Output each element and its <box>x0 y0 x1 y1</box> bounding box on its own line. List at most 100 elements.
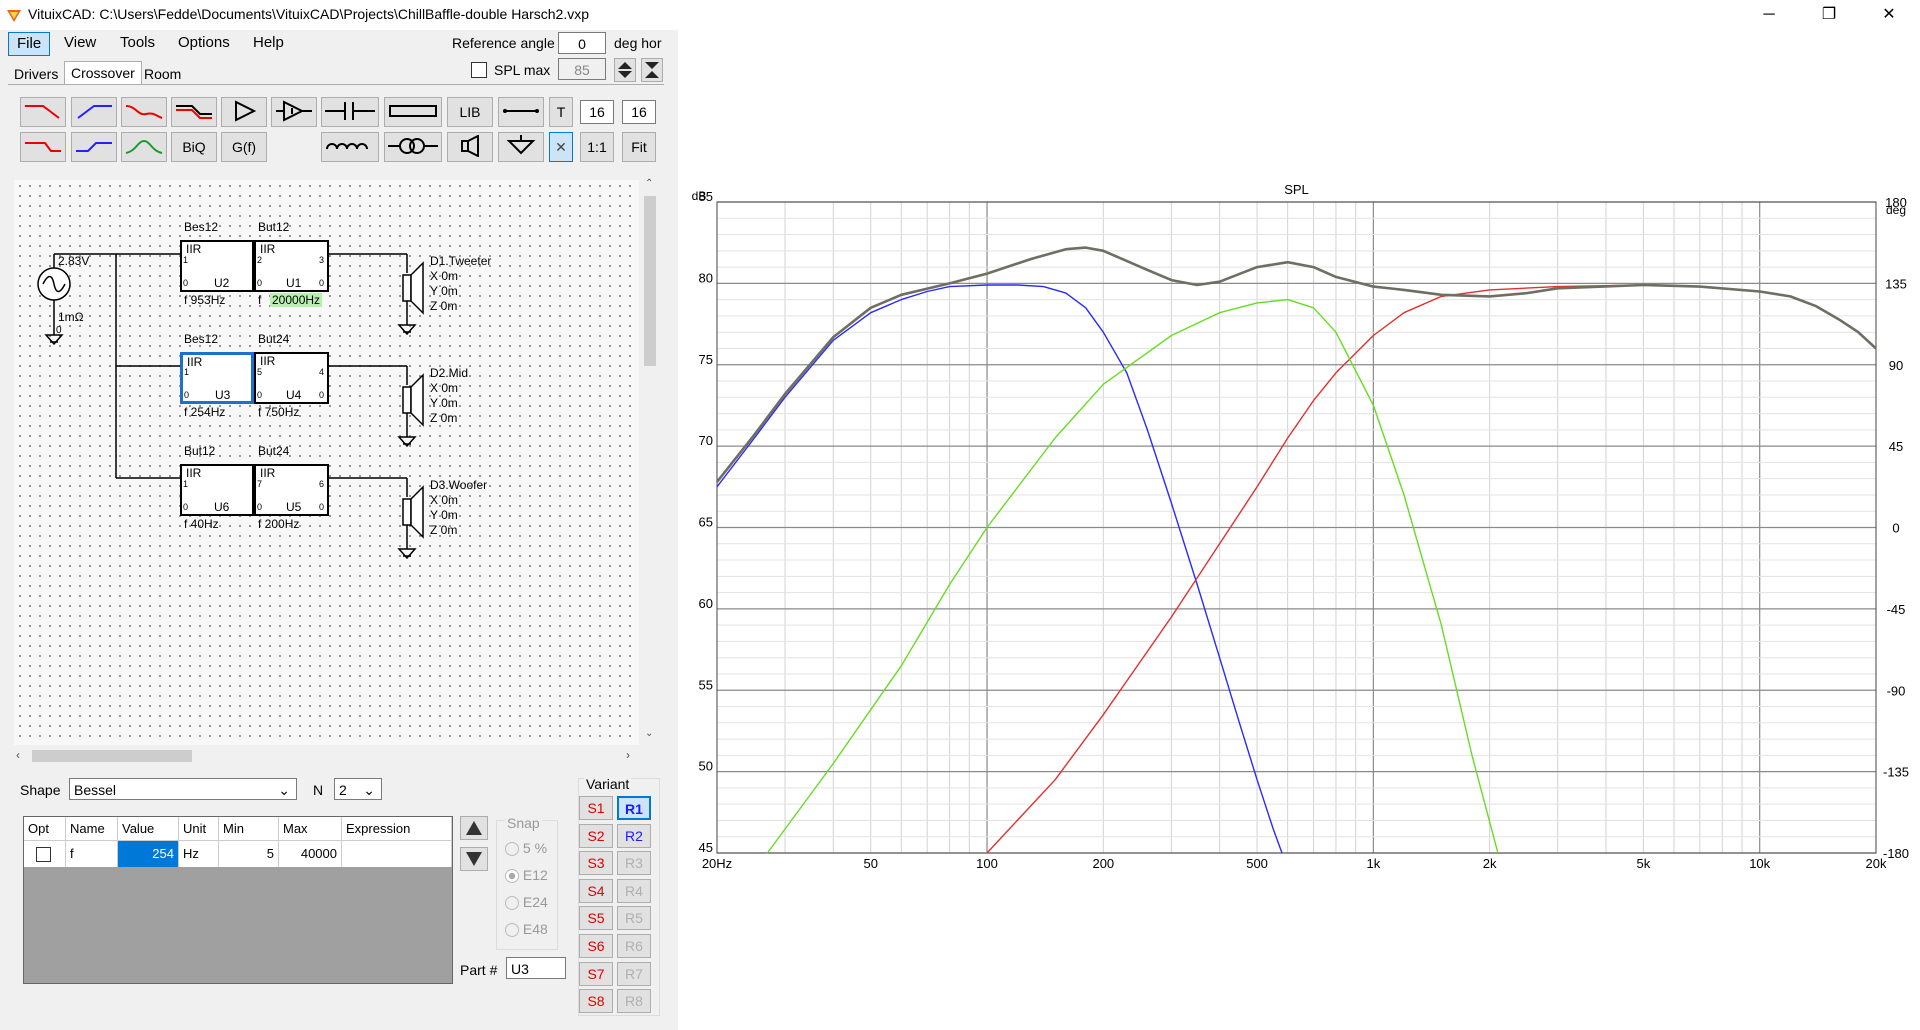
shelf-icon <box>176 105 212 119</box>
opt-checkbox[interactable] <box>36 847 51 862</box>
driver-tweeter-label[interactable]: D1.Tweeter X 0m Y 0m Z 0m <box>430 254 491 314</box>
schematic-canvas[interactable]: 2.83V 1mΩ 0 Bes12 IIR U2 1 0 f 953Hz But… <box>14 180 639 745</box>
snap-option-e24[interactable]: E24 <box>505 894 548 911</box>
variant-r1-button[interactable]: R1 <box>617 796 651 820</box>
menu-view[interactable]: View <box>56 32 104 54</box>
spl-chart-panel[interactable]: SPL dB deg 85 80 75 70 65 60 55 50 45 180 135 90 45 0 -45… <box>678 30 1920 1030</box>
snap-option-e12[interactable]: E12 <box>505 867 548 884</box>
row-expression-cell[interactable] <box>342 841 452 867</box>
move-down-button[interactable] <box>460 847 488 871</box>
spl-chart[interactable]: SPLdBdeg85807570656055504518013590450-45… <box>678 30 1920 1030</box>
reference-angle-input[interactable]: 0 <box>558 32 606 54</box>
highpass-alt-button[interactable] <box>71 132 117 162</box>
part-input[interactable]: U3 <box>506 957 566 979</box>
shelf-button[interactable] <box>171 97 217 127</box>
row-max-cell[interactable]: 40000 <box>279 841 342 867</box>
move-up-button[interactable] <box>460 816 488 840</box>
variant-s6-button[interactable]: S6 <box>579 934 613 958</box>
tab-drivers[interactable]: Drivers <box>8 63 64 85</box>
snap-option-e48[interactable]: E48 <box>505 921 548 938</box>
variant-s8-button[interactable]: S8 <box>579 989 613 1014</box>
text-button[interactable]: T <box>549 97 573 127</box>
variant-s2-button[interactable]: S2 <box>579 823 613 848</box>
driver-button[interactable] <box>447 132 493 162</box>
scroll-thumb[interactable] <box>644 196 656 366</box>
driver-y: Y 0m <box>430 508 458 522</box>
shape-select[interactable]: Bessel ⌄ <box>69 778 297 800</box>
gf-button[interactable]: G(f) <box>221 132 267 162</box>
row-name-cell[interactable]: f <box>66 841 118 867</box>
filter-block-u4[interactable]: IIR U4 5 4 0 0 <box>254 352 329 404</box>
menu-file[interactable]: File <box>8 32 51 56</box>
scroll-thumb[interactable] <box>32 750 192 762</box>
filter-block-u3-selected[interactable]: IIR U3 1 0 <box>180 352 254 404</box>
biquad-button[interactable]: BiQ <box>171 132 217 162</box>
maximize-button[interactable]: ❐ <box>1806 0 1852 30</box>
filter-block-u6[interactable]: IIR U6 1 0 <box>180 464 254 516</box>
buffer-button[interactable] <box>271 97 317 127</box>
snap-option-5[interactable]: 5 % <box>505 840 547 857</box>
variant-r4-button[interactable]: R4 <box>617 878 651 903</box>
tab-room[interactable]: Room <box>138 63 187 85</box>
parameter-table[interactable]: Opt Name Value Unit Min Max Expression f… <box>23 816 453 984</box>
scroll-up-icon[interactable]: ⌃ <box>645 178 653 189</box>
row-min-cell[interactable]: 5 <box>219 841 279 867</box>
n-select[interactable]: 2 ⌄ <box>334 778 382 800</box>
driver-mid-label[interactable]: D2.Mid X 0m Y 0m Z 0m <box>430 366 468 426</box>
minimize-button[interactable]: ─ <box>1746 0 1792 30</box>
gain-button[interactable] <box>221 97 267 127</box>
row-value-cell[interactable]: 254 <box>118 841 179 867</box>
spl-max-checkbox[interactable] <box>471 62 487 78</box>
grid-y-input[interactable]: 16 <box>622 100 656 124</box>
variant-s3-button[interactable]: S3 <box>579 851 613 876</box>
scroll-left-icon[interactable]: ‹ <box>16 748 20 762</box>
scroll-down-icon[interactable]: ⌄ <box>645 728 653 739</box>
block-name: U4 <box>286 388 302 402</box>
variant-s1-button[interactable]: S1 <box>579 796 613 820</box>
menu-help[interactable]: Help <box>245 32 292 54</box>
filter-block-u5[interactable]: IIR U5 7 6 0 0 <box>254 464 329 516</box>
close-button[interactable]: ✕ <box>1866 0 1912 30</box>
tab-crossover[interactable]: Crossover <box>64 61 142 84</box>
variant-s7-button[interactable]: S7 <box>579 961 613 986</box>
y2-tick-label: -45 <box>1887 602 1906 617</box>
menu-tools[interactable]: Tools <box>112 32 163 54</box>
inductor-button[interactable] <box>321 132 379 162</box>
spl-max-input[interactable]: 85 <box>558 58 606 80</box>
wire-button[interactable] <box>498 97 544 127</box>
delete-button[interactable]: ✕ <box>549 132 573 162</box>
lowpass-alt-button[interactable] <box>20 132 66 162</box>
schematic-horizontal-scrollbar[interactable]: ‹ › <box>14 748 639 764</box>
variant-r5-button[interactable]: R5 <box>617 906 651 931</box>
variant-r6-button[interactable]: R6 <box>617 934 651 958</box>
y2-tick-label: 0 <box>1892 521 1899 536</box>
fit-button[interactable]: Fit <box>622 132 656 162</box>
variant-r2-button[interactable]: R2 <box>617 823 651 848</box>
highpass-button[interactable] <box>71 97 117 127</box>
variant-r3-button[interactable]: R3 <box>617 851 651 876</box>
filter-block-u1[interactable]: IIR U1 2 3 0 0 <box>254 240 329 292</box>
menu-options[interactable]: Options <box>170 32 238 54</box>
library-button[interactable]: LIB <box>447 97 493 127</box>
zoom-1-1-button[interactable]: 1:1 <box>580 132 614 162</box>
resistor-button[interactable] <box>384 97 442 127</box>
variant-r7-button[interactable]: R7 <box>617 961 651 986</box>
variant-s4-button[interactable]: S4 <box>579 878 613 903</box>
variant-label: Variant <box>584 776 632 792</box>
capacitor-button[interactable] <box>321 97 379 127</box>
driver-woofer-label[interactable]: D3.Woofer X 0m Y 0m Z 0m <box>430 478 487 538</box>
spl-up-button[interactable] <box>614 58 636 82</box>
schematic-vertical-scrollbar[interactable]: ⌃ ⌄ <box>642 178 658 745</box>
filter-block-u2[interactable]: IIR U2 1 0 <box>180 240 254 292</box>
grid-x-input[interactable]: 16 <box>580 100 614 124</box>
variant-r8-button[interactable]: R8 <box>617 989 651 1014</box>
variant-s5-button[interactable]: S5 <box>579 906 613 931</box>
lowpass-button[interactable] <box>20 97 66 127</box>
scroll-right-icon[interactable]: › <box>626 748 630 762</box>
peaking-button[interactable] <box>121 97 167 127</box>
ground-button[interactable] <box>498 132 544 162</box>
bandpass-button[interactable] <box>121 132 167 162</box>
spl-fit-button[interactable] <box>641 58 663 82</box>
transformer-button[interactable] <box>384 132 442 162</box>
opt-cell[interactable] <box>24 841 66 867</box>
